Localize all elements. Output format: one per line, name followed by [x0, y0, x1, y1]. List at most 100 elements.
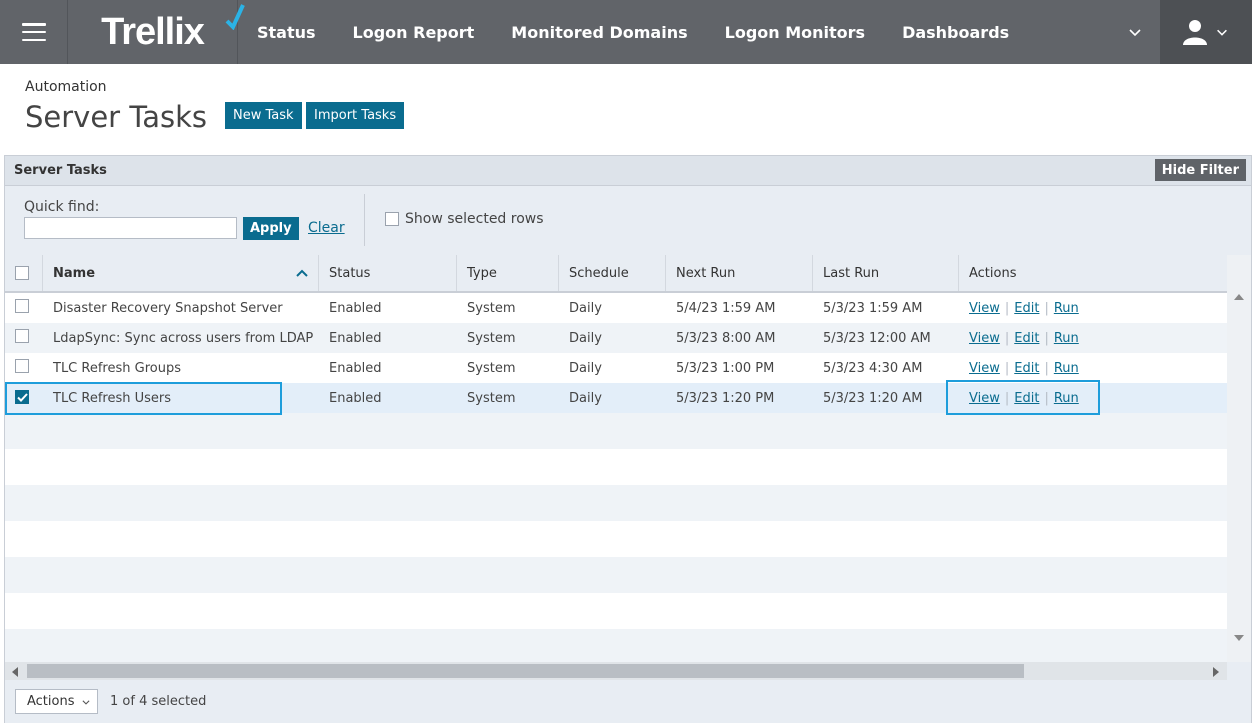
- row-select-cell: [5, 299, 43, 317]
- cell-type: System: [467, 300, 516, 316]
- cell-schedule: Daily: [569, 330, 602, 346]
- nav-item-logon-report[interactable]: Logon Report: [353, 23, 475, 42]
- scroll-left-icon[interactable]: [11, 667, 19, 677]
- view-link[interactable]: View: [969, 301, 1000, 316]
- quick-find-label: Quick find:: [24, 199, 100, 215]
- hamburger-icon: [21, 23, 46, 41]
- cell-schedule: Daily: [569, 300, 602, 316]
- separator: |: [1044, 360, 1049, 376]
- row-select-cell: [5, 329, 43, 347]
- apply-button[interactable]: Apply: [243, 217, 299, 240]
- show-selected-checkbox[interactable]: [385, 212, 399, 226]
- column-header-status[interactable]: Status: [319, 255, 457, 291]
- column-header-type[interactable]: Type: [457, 255, 559, 291]
- cell-actions: View | Edit | Run: [959, 301, 1227, 316]
- select-all-cell: [5, 255, 43, 291]
- panel-title: Server Tasks: [14, 163, 107, 178]
- edit-link[interactable]: Edit: [1014, 331, 1039, 346]
- actions-dropdown[interactable]: Actions: [15, 689, 98, 714]
- scroll-up-icon[interactable]: [1234, 293, 1244, 301]
- empty-row: [5, 449, 1227, 485]
- hide-filter-button[interactable]: Hide Filter: [1154, 159, 1246, 181]
- cell-last-run: 5/3/23 1:20 AM: [823, 390, 923, 406]
- cell-last-run: 5/3/23 1:59 AM: [823, 300, 923, 316]
- quick-find-input[interactable]: [24, 217, 237, 239]
- new-task-button[interactable]: New Task: [225, 102, 302, 129]
- column-label: Schedule: [569, 265, 629, 281]
- table-header: Name Status Type Schedule Next Run Last Run Ac…: [5, 255, 1227, 293]
- select-all-checkbox[interactable]: [15, 266, 29, 280]
- scroll-right-icon[interactable]: [1212, 667, 1220, 677]
- cell-next-run: 5/3/23 1:00 PM: [676, 360, 775, 376]
- table-row[interactable]: TLC Refresh Groups Enabled System Daily 5/3/…: [5, 353, 1227, 383]
- view-link[interactable]: View: [969, 361, 1000, 376]
- column-label: Name: [53, 265, 96, 281]
- server-tasks-panel: Server Tasks Hide Filter Quick find: App…: [4, 155, 1252, 723]
- cell-type: System: [467, 390, 516, 406]
- row-checkbox[interactable]: [15, 359, 29, 373]
- cell-name: Disaster Recovery Snapshot Server: [53, 300, 283, 316]
- scroll-thumb[interactable]: [27, 664, 1024, 678]
- column-header-next-run[interactable]: Next Run: [666, 255, 813, 291]
- highlight-actions-cell: [946, 380, 1100, 415]
- cell-status: Enabled: [329, 360, 382, 376]
- scroll-down-icon[interactable]: [1234, 634, 1244, 642]
- cell-status: Enabled: [329, 390, 382, 406]
- column-label: Actions: [969, 265, 1017, 281]
- separator: |: [1044, 300, 1049, 316]
- column-header-name[interactable]: Name: [43, 255, 319, 291]
- column-label: Type: [467, 265, 497, 281]
- user-icon: [1183, 20, 1207, 45]
- table-footer: Actions 1 of 4 selected: [5, 680, 1251, 723]
- chevron-down-icon: [82, 700, 90, 705]
- nav-item-monitored-domains[interactable]: Monitored Domains: [511, 23, 687, 42]
- nav-item-dashboards[interactable]: Dashboards: [902, 23, 1009, 42]
- table-row[interactable]: Disaster Recovery Snapshot Server Enabled…: [5, 293, 1227, 323]
- run-link[interactable]: Run: [1054, 301, 1079, 316]
- actions-label: Actions: [27, 694, 75, 709]
- show-selected-rows-toggle[interactable]: Show selected rows: [385, 211, 544, 227]
- sort-ascending-icon: [296, 269, 308, 277]
- cell-status: Enabled: [329, 330, 382, 346]
- cell-next-run: 5/3/23 8:00 AM: [676, 330, 776, 346]
- clear-link[interactable]: Clear: [308, 220, 345, 236]
- empty-row: [5, 485, 1227, 521]
- empty-row: [5, 413, 1227, 449]
- import-tasks-button[interactable]: Import Tasks: [306, 102, 405, 129]
- run-link[interactable]: Run: [1054, 331, 1079, 346]
- view-link[interactable]: View: [969, 331, 1000, 346]
- cell-actions: View | Edit | Run: [959, 361, 1227, 376]
- cell-name: TLC Refresh Groups: [53, 360, 181, 376]
- chevron-down-icon[interactable]: [1127, 24, 1143, 40]
- column-header-last-run[interactable]: Last Run: [813, 255, 959, 291]
- tasks-table: Name Status Type Schedule Next Run Last Run Ac…: [5, 255, 1227, 662]
- vertical-scrollbar[interactable]: [1227, 255, 1251, 662]
- column-header-actions[interactable]: Actions: [959, 255, 1227, 291]
- nav-item-status[interactable]: Status: [257, 23, 316, 42]
- run-link[interactable]: Run: [1054, 361, 1079, 376]
- nav-item-logon-monitors[interactable]: Logon Monitors: [725, 23, 865, 42]
- horizontal-scrollbar[interactable]: [5, 662, 1227, 680]
- table-row[interactable]: LdapSync: Sync across users from LDAP Ena…: [5, 323, 1227, 353]
- highlight-name-cell: [5, 382, 282, 415]
- column-header-schedule[interactable]: Schedule: [559, 255, 666, 291]
- empty-row: [5, 557, 1227, 593]
- divider: [364, 194, 365, 246]
- cell-type: System: [467, 360, 516, 376]
- cell-type: System: [467, 330, 516, 346]
- user-menu[interactable]: [1160, 0, 1252, 64]
- chevron-down-icon: [1217, 29, 1227, 36]
- empty-row: [5, 629, 1227, 662]
- column-label: Last Run: [823, 265, 880, 281]
- row-checkbox[interactable]: [15, 299, 29, 313]
- row-checkbox[interactable]: [15, 329, 29, 343]
- edit-link[interactable]: Edit: [1014, 301, 1039, 316]
- cell-schedule: Daily: [569, 360, 602, 376]
- cell-schedule: Daily: [569, 390, 602, 406]
- cell-status: Enabled: [329, 300, 382, 316]
- menu-button[interactable]: [0, 0, 68, 64]
- separator: |: [1044, 330, 1049, 346]
- separator: |: [1004, 300, 1010, 316]
- edit-link[interactable]: Edit: [1014, 361, 1039, 376]
- trellix-logo[interactable]: Trellix: [68, 0, 245, 64]
